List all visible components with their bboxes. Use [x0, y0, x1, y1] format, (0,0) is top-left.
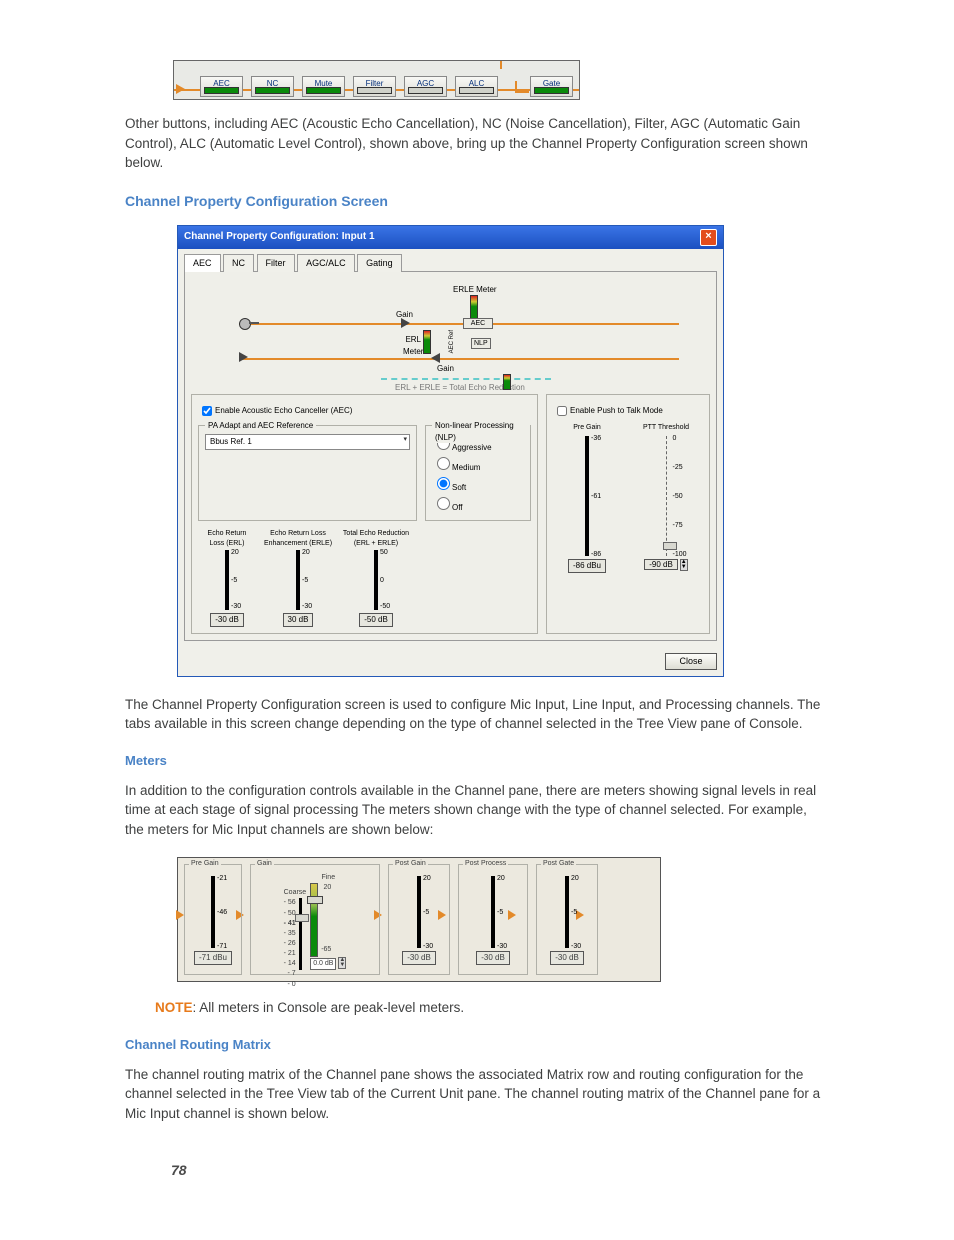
config-tabs: AEC NC Filter AGC/ALC Gating [178, 249, 723, 271]
chain-btn-alc[interactable]: ALC [455, 76, 498, 97]
heading-routing: Channel Routing Matrix [125, 1036, 829, 1055]
meter-pre-gain: Pre Gain -21 -46 -71 -71 dBu [184, 864, 242, 975]
aec-reference-select[interactable]: Bbus Ref. 1 [205, 434, 410, 450]
chain-btn-nc[interactable]: NC [251, 76, 294, 97]
page-number: 78 [171, 1160, 829, 1180]
ref-legend: PA Adapt and AEC Reference [205, 420, 316, 432]
nlp-opt-soft[interactable]: Soft [432, 474, 524, 494]
gain2-label: Gain [437, 363, 454, 375]
tab-gating[interactable]: Gating [357, 254, 402, 272]
gain-label: Gain [396, 309, 413, 321]
erl-meter: Echo Return Loss (ERL) 20 -5 -30 -30 dB [198, 529, 256, 627]
chain-btn-mute[interactable]: Mute [302, 76, 345, 97]
tab-filter[interactable]: Filter [257, 254, 295, 272]
heading-config: Channel Property Configuration Screen [125, 191, 829, 211]
meter-post-gain: Post Gain 20 -5 -30 -30 dB [388, 864, 450, 975]
erle-meter-label: ERLE Meter [453, 284, 497, 296]
nlp-opt-off[interactable]: Off [432, 494, 524, 514]
fine-stepper[interactable]: ▲▼ [338, 957, 346, 969]
intro-paragraph: Other buttons, including AEC (Acoustic E… [125, 114, 829, 173]
close-icon[interactable]: × [700, 229, 717, 246]
chain-btn-gate[interactable]: Gate [530, 76, 573, 97]
chain-btn-agc[interactable]: AGC [404, 76, 447, 97]
routing-paragraph: The channel routing matrix of the Channe… [125, 1065, 829, 1124]
config-title: Channel Property Configuration: Input 1 [184, 230, 375, 245]
ter-meter: Total Echo Reduction (ERL + ERLE) 50 0 -… [340, 529, 412, 627]
tab-nc[interactable]: NC [223, 254, 254, 272]
processing-chain-figure: AEC NC Mute Filter AGC ALC Gate [173, 60, 580, 100]
config-paragraph: The Channel Property Configuration scree… [125, 695, 829, 734]
meters-paragraph: In addition to the configuration control… [125, 781, 829, 840]
close-button[interactable]: Close [665, 653, 717, 670]
tab-aec[interactable]: AEC [184, 254, 221, 272]
meter-post-process: Post Process 20 -5 -30 -30 dB [458, 864, 528, 975]
nlp-box: NLP [471, 338, 491, 349]
meters-figure: Pre Gain -21 -46 -71 -71 dBu Gain Coarse… [177, 857, 661, 982]
coarse-slider-knob[interactable] [295, 914, 309, 922]
nlp-legend: Non-linear Processing (NLP) [432, 420, 530, 443]
chain-btn-filter[interactable]: Filter [353, 76, 396, 97]
heading-meters: Meters [125, 752, 829, 771]
aec-diagram: Gain ERLE Meter AEC NLP ERL Meter AEC Re… [191, 278, 710, 388]
mic-icon [239, 318, 251, 330]
erl-meter-label: ERL Meter [403, 334, 423, 357]
pre-gain-meter: Pre Gain -36 -61 -86 -86 dBu [561, 423, 613, 573]
ptt-threshold-slider[interactable]: PTT Threshold 0 -25 -50 -75 -100 -90 dB … [637, 423, 695, 573]
config-titlebar: Channel Property Configuration: Input 1 … [178, 226, 723, 249]
config-window-figure: Channel Property Configuration: Input 1 … [177, 225, 724, 677]
nlp-opt-medium[interactable]: Medium [432, 454, 524, 474]
aec-box: AEC [463, 318, 493, 329]
enable-ptt-checkbox[interactable]: Enable Push to Talk Mode [553, 403, 703, 419]
fine-value[interactable]: 0.0 dB [310, 958, 336, 970]
enable-aec-checkbox[interactable]: Enable Acoustic Echo Canceller (AEC) [198, 403, 531, 419]
chain-btn-aec[interactable]: AEC [200, 76, 243, 97]
note: NOTE: All meters in Console are peak-lev… [155, 998, 829, 1018]
ptt-stepper[interactable]: ▲▼ [680, 559, 688, 571]
gain2-icon [431, 353, 440, 363]
tab-agcalc[interactable]: AGC/ALC [297, 254, 355, 272]
speaker-icon [239, 352, 248, 362]
meter-post-gate: Post Gate 20 -5 -30 -30 dB [536, 864, 598, 975]
erle-meter: Echo Return Loss Enhancement (ERLE) 20 -… [262, 529, 334, 627]
fine-slider[interactable] [310, 883, 318, 957]
gain-control[interactable]: Gain Coarse - 56 - 50 - 41 - 35 - 26 - 2… [250, 864, 380, 975]
aec-ref-label: AEC Ref [448, 330, 457, 353]
